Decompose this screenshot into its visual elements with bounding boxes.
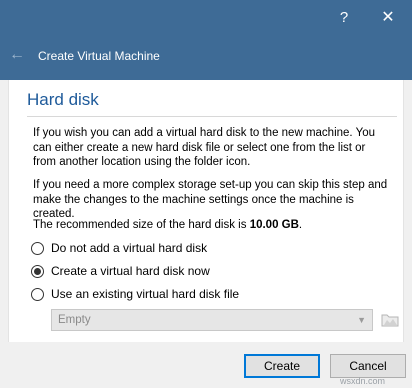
create-button[interactable]: Create bbox=[244, 354, 320, 378]
page-title: Hard disk bbox=[27, 90, 99, 109]
help-icon: ? bbox=[339, 8, 349, 26]
recommended-size-prefix: The recommended size of the hard disk is bbox=[33, 219, 250, 231]
intro-paragraph: If you wish you can add a virtual hard d… bbox=[33, 127, 376, 168]
chevron-down-icon: ▼ bbox=[357, 315, 366, 325]
back-button[interactable]: ← bbox=[6, 44, 28, 66]
recommended-size-value: 10.00 GB bbox=[249, 219, 299, 231]
option-existing-disk[interactable]: Use an existing virtual hard disk file bbox=[31, 286, 239, 302]
option-create-disk-label: Create a virtual hard disk now bbox=[51, 264, 210, 278]
wizard-title: Create Virtual Machine bbox=[38, 49, 160, 63]
radio-existing-disk[interactable] bbox=[31, 287, 44, 301]
existing-disk-select-value: Empty bbox=[58, 314, 91, 326]
back-arrow-icon: ← bbox=[9, 46, 25, 63]
option-existing-disk-label: Use an existing virtual hard disk file bbox=[51, 287, 240, 301]
radio-selected-dot bbox=[34, 267, 41, 275]
title-bar: ? ✕ ← Create Virtual Machine bbox=[0, 0, 412, 80]
choose-disk-folder-button[interactable] bbox=[380, 309, 400, 331]
recommended-size-suffix: . bbox=[298, 219, 303, 231]
content-panel: Hard disk If you wish you can add a virt… bbox=[8, 80, 404, 342]
create-vm-dialog: ? ✕ ← Create Virtual Machine Hard disk I… bbox=[0, 0, 412, 388]
radio-create-disk[interactable] bbox=[31, 264, 44, 278]
existing-disk-select[interactable]: Empty ▼ bbox=[51, 309, 373, 331]
watermark: wsxdn.com bbox=[340, 376, 386, 386]
option-no-disk-label: Do not add a virtual hard disk bbox=[51, 241, 208, 255]
close-button[interactable]: ✕ bbox=[374, 6, 402, 28]
recommended-size-text: The recommended size of the hard disk is… bbox=[33, 218, 389, 233]
close-icon: ✕ bbox=[381, 9, 395, 26]
cancel-button[interactable]: Cancel bbox=[330, 354, 406, 378]
help-button[interactable]: ? bbox=[330, 6, 358, 28]
option-no-disk[interactable]: Do not add a virtual hard disk bbox=[31, 240, 207, 256]
option-create-disk[interactable]: Create a virtual hard disk now bbox=[31, 263, 210, 279]
storage-paragraph: If you need a more complex storage set-u… bbox=[33, 179, 388, 220]
folder-icon bbox=[381, 314, 399, 327]
radio-no-disk[interactable] bbox=[31, 241, 44, 255]
title-divider bbox=[27, 116, 397, 117]
